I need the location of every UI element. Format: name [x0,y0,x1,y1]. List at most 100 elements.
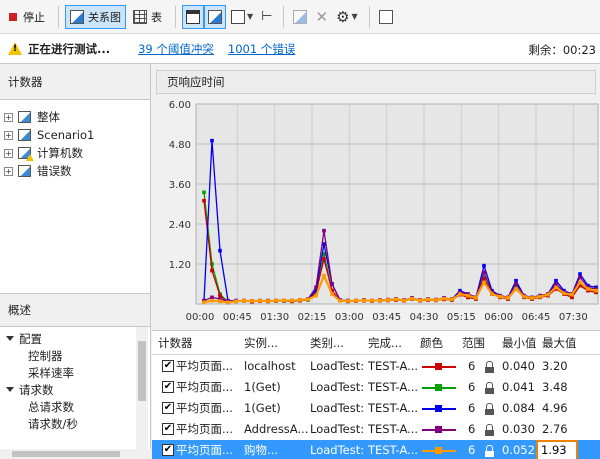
header-instance[interactable]: 实例... [244,333,278,353]
row-checkbox[interactable]: ✔ [162,402,174,414]
stop-button[interactable]: 停止 [4,5,50,29]
single-panel-button[interactable] [182,4,204,29]
tree-item-scenario1[interactable]: + Scenario1 [4,127,94,143]
color-swatch[interactable] [422,426,456,433]
scrollbar-thumb[interactable] [12,451,120,457]
color-swatch[interactable] [422,363,456,370]
row-checkbox[interactable]: ✔ [162,444,174,456]
collapse-icon[interactable] [6,387,14,392]
x-tick-label: 02:15 [298,312,327,323]
settings-button[interactable]: ⚙ ▼ [333,5,361,29]
header-category[interactable]: 类别... [310,333,344,353]
errors-link[interactable]: 1001 个错误 [228,41,295,57]
series-point [474,296,478,300]
scrollbar-thumb[interactable] [138,341,146,401]
color-swatch[interactable] [422,447,456,454]
tree-item-label: 整体 [37,110,60,124]
overview-tree: 配置 控制器 采样速率 请求数 总请求数 请求数/秒 [0,327,151,459]
remaining-time: 剩余：00:23 [528,43,596,57]
overview-item-config[interactable]: 配置 [6,330,42,347]
panel-icon [186,9,200,24]
cell-computer: TEST-A... [368,443,419,457]
table-row[interactable]: ✔ 平均页面... 1(Get) LoadTest: TEST-A... 6 0.041 3.… [152,377,600,398]
y-tick-label: 6.00 [169,100,191,111]
series-point [242,298,246,303]
add-counter-button[interactable] [290,5,310,29]
color-swatch[interactable] [422,384,456,391]
layout-dropdown-button[interactable]: ▼ [228,5,256,29]
expand-icon[interactable]: + [4,130,13,140]
table-view-button[interactable]: 表 [128,5,167,29]
overview-horizontal-scrollbar[interactable] [0,449,151,459]
cell-computer: TEST-A... [368,422,419,436]
header-color[interactable]: 颜色 [420,333,443,353]
expand-icon[interactable]: + [4,112,13,122]
lock-icon [485,361,494,373]
series-point [346,299,350,303]
cell-min: 0.040 [502,359,535,373]
header-range[interactable]: 范围 [462,333,485,353]
series-point [314,285,318,290]
x-tick-label: 03:00 [335,312,364,323]
table-row[interactable]: ✔ 平均页面... localhost LoadTest: TEST-A... 6 0.04… [152,356,600,377]
export-button[interactable] [376,5,396,29]
table-row[interactable]: ✔ 平均页面... 1(Get) LoadTest: TEST-A... 6 0.084 4.… [152,398,600,419]
color-swatch[interactable] [422,405,456,412]
x-tick-label: 01:30 [260,312,289,323]
overview-item-requests[interactable]: 请求数 [6,381,54,398]
header-counter[interactable]: 计数器 [158,333,193,353]
overview-item-requests-per-sec[interactable]: 请求数/秒 [28,415,78,432]
tree-item-computers[interactable]: + 计算机数 [4,145,83,161]
threshold-violations-link[interactable]: 39 个阈值冲突 [138,41,214,57]
stop-label: 停止 [23,10,45,24]
series-point [314,293,318,298]
table-row[interactable]: ✔ 平均页面... 购物... LoadTest: TEST-A... 6 0.052 1.9… [152,440,600,459]
response-time-chart[interactable]: 6.00 4.80 3.60 2.40 1.20 00:00 00:45 01:30 02:15… [152,94,600,328]
tree-item-overall[interactable]: + 整体 [4,109,60,125]
cell-range: 6 [468,359,476,373]
overview-item-controller[interactable]: 控制器 [28,347,63,364]
cell-max: 4.96 [542,401,568,415]
overview-item-label: 请求数 [19,382,54,397]
series-point [202,190,206,195]
counter-table: 计数器 实例... 类别... 完成... 颜色 范围 最小值 最大值 ✔ 平均页面... loc… [152,330,600,459]
row-checkbox[interactable]: ✔ [162,423,174,435]
y-tick-label: 3.60 [169,180,191,191]
cell-max-highlighted[interactable]: 1.93 [536,440,578,459]
overview-item-label: 请求数/秒 [28,416,78,431]
series-point [482,263,486,268]
add-chart-icon [293,9,308,24]
row-checkbox[interactable]: ✔ [162,360,174,372]
series-point [426,297,430,302]
collapse-icon[interactable] [6,336,14,341]
y-tick-label: 4.80 [169,140,191,151]
lock-icon [485,424,494,436]
header-min[interactable]: 最小值 [502,333,537,353]
series-point [458,292,462,296]
expand-icon[interactable]: + [4,166,13,176]
chart-panel-button[interactable] [204,4,226,29]
cell-computer: TEST-A... [368,401,419,415]
overview-item-total-requests[interactable]: 总请求数 [28,398,74,415]
tree-button[interactable]: ⊢ [258,5,275,29]
header-computer[interactable]: 完成... [368,333,402,353]
cell-range: 6 [468,443,476,457]
cell-computer: TEST-A... [368,380,419,394]
tree-icon: ⊢ [261,9,273,24]
row-checkbox[interactable]: ✔ [162,381,174,393]
series-point [554,282,558,286]
graph-view-button[interactable]: 关系图 [65,4,126,29]
table-view-label: 表 [151,10,162,24]
series-point [538,294,542,299]
toolbar-separator [283,5,285,28]
expand-icon[interactable]: + [4,148,13,158]
tree-item-errors[interactable]: + 错误数 [4,163,72,179]
header-max[interactable]: 最大值 [542,333,577,353]
series-point [378,298,382,303]
series-point [258,298,262,303]
overview-vertical-scrollbar[interactable] [136,327,148,449]
overview-item-sample-rate[interactable]: 采样速率 [28,364,74,381]
delete-button[interactable]: ✕ [312,5,331,29]
x-tick-label: 05:15 [447,312,476,323]
table-row[interactable]: ✔ 平均页面... AddressA... LoadTest: TEST-A... 6 0.… [152,419,600,440]
